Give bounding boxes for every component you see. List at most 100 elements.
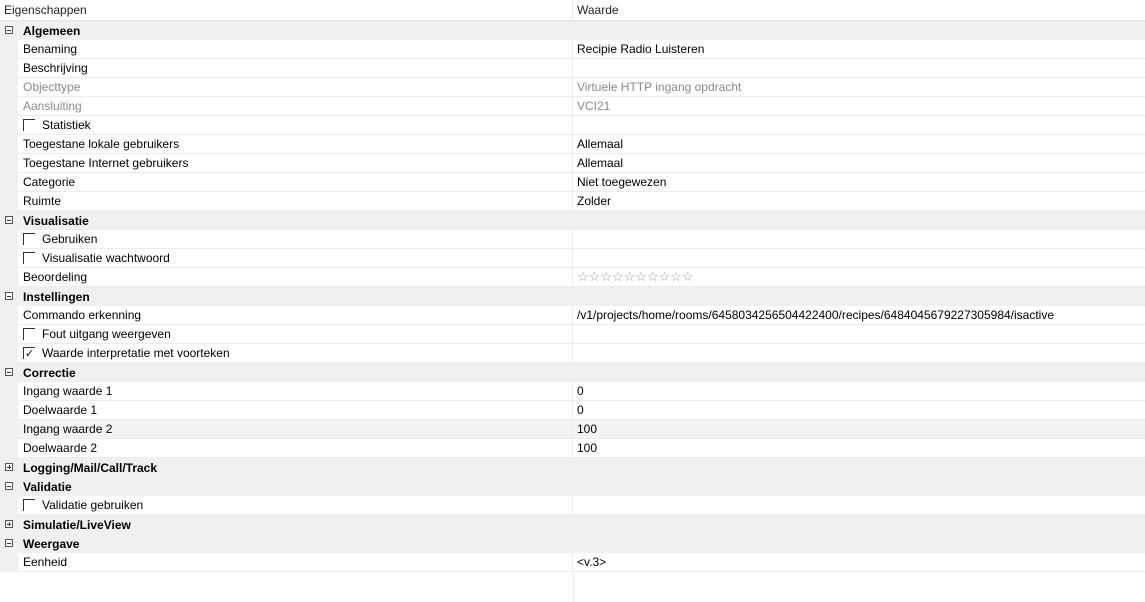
star-icon[interactable]: ☆ [659, 269, 671, 284]
property-value-cell[interactable] [573, 325, 1145, 344]
property-value-cell[interactable]: Virtuele HTTP ingang opdracht [573, 78, 1145, 97]
property-row-ingang-waarde-1[interactable]: Ingang waarde 1 0 [0, 382, 1145, 401]
category-correctie[interactable]: Correctie [0, 363, 1145, 382]
property-row-visualisatie-wachtwoord[interactable]: Visualisatie wachtwoord [0, 249, 1145, 268]
property-row-aansluiting[interactable]: Aansluiting VCI21 [0, 97, 1145, 116]
property-name-cell[interactable]: Gebruiken [18, 230, 573, 249]
property-value-cell[interactable]: VCI21 [573, 97, 1145, 116]
star-icon[interactable]: ☆ [635, 269, 647, 284]
property-name-cell[interactable]: ✓ Waarde interpretatie met voorteken [18, 344, 573, 363]
star-icon[interactable]: ☆ [577, 269, 589, 284]
property-name-cell[interactable]: Benaming [18, 40, 573, 59]
category-logging-mail-call-track[interactable]: Logging/Mail/Call/Track [0, 458, 1145, 477]
property-value-cell[interactable]: Allemaal [573, 154, 1145, 173]
property-row-statistiek[interactable]: Statistiek [0, 116, 1145, 135]
property-value-cell[interactable] [573, 249, 1145, 268]
star-icon[interactable]: ☆ [670, 269, 682, 284]
property-row-doelwaarde-1[interactable]: Doelwaarde 1 0 [0, 401, 1145, 420]
checkbox[interactable] [23, 499, 35, 511]
star-icon[interactable]: ☆ [600, 269, 612, 284]
property-value-cell[interactable]: <v.3> [573, 553, 1145, 572]
property-value[interactable]: VCI21 [577, 99, 610, 113]
property-value-cell[interactable] [573, 344, 1145, 363]
property-value-cell[interactable]: /v1/projects/home/rooms/6458034256504422… [573, 306, 1145, 325]
property-value-cell[interactable]: 100 [573, 439, 1145, 458]
property-value[interactable]: 0 [577, 403, 584, 417]
property-name-cell[interactable]: Validatie gebruiken [18, 496, 573, 515]
property-name-cell[interactable]: Visualisatie wachtwoord [18, 249, 573, 268]
property-value[interactable]: Allemaal [577, 137, 623, 151]
property-row-commando-erkenning[interactable]: Commando erkenning/v1/projects/home/room… [0, 306, 1145, 325]
property-name-cell[interactable]: Ruimte [18, 192, 573, 211]
property-row-toegestane-lokale-gebruikers[interactable]: Toegestane lokale gebruikers Allemaal [0, 135, 1145, 154]
rating-stars[interactable]: ☆☆☆☆☆☆☆☆☆☆ [577, 269, 694, 284]
property-value-cell[interactable]: 0 [573, 401, 1145, 420]
expand-icon[interactable] [5, 520, 13, 528]
property-value-cell[interactable]: Allemaal [573, 135, 1145, 154]
property-row-toegestane-internet-gebruikers[interactable]: Toegestane Internet gebruikers Allemaal [0, 154, 1145, 173]
property-row-ingang-waarde-2[interactable]: Ingang waarde 2 100 [0, 420, 1145, 439]
property-value-cell[interactable]: Recipie Radio Luisteren [573, 40, 1145, 59]
property-name-cell[interactable]: Statistiek [18, 116, 573, 135]
property-name-cell[interactable]: Doelwaarde 2 [18, 439, 573, 458]
property-name-cell[interactable]: Commando erkenning [18, 306, 573, 325]
property-value-cell[interactable]: ☆☆☆☆☆☆☆☆☆☆ [573, 268, 1145, 287]
property-row-doelwaarde-2[interactable]: Doelwaarde 2 100 [0, 439, 1145, 458]
property-name-cell[interactable]: Aansluiting [18, 97, 573, 116]
property-row-eenheid[interactable]: Eenheid <v.3> [0, 553, 1145, 572]
category-simulatie-liveview[interactable]: Simulatie/LiveView [0, 515, 1145, 534]
star-icon[interactable]: ☆ [589, 269, 601, 284]
property-name-cell[interactable]: Toegestane lokale gebruikers [18, 135, 573, 154]
property-name-cell[interactable]: Fout uitgang weergeven [18, 325, 573, 344]
collapse-icon[interactable] [5, 482, 13, 490]
checkbox[interactable] [23, 252, 35, 264]
property-value[interactable]: 100 [577, 422, 597, 436]
collapse-icon[interactable] [5, 539, 13, 547]
property-row-benaming[interactable]: Benaming Recipie Radio Luisteren [0, 40, 1145, 59]
property-row-beoordeling[interactable]: Beoordeling ☆☆☆☆☆☆☆☆☆☆ [0, 268, 1145, 287]
collapse-icon[interactable] [5, 216, 13, 224]
property-row-categorie[interactable]: Categorie Niet toegewezen [0, 173, 1145, 192]
property-row-ruimte[interactable]: Ruimte Zolder [0, 192, 1145, 211]
collapse-icon[interactable] [5, 368, 13, 376]
property-name-cell[interactable]: Ingang waarde 2 [18, 420, 573, 439]
property-row-gebruiken[interactable]: Gebruiken [0, 230, 1145, 249]
category-weergave[interactable]: Weergave [0, 534, 1145, 553]
checkbox[interactable] [23, 328, 35, 340]
property-value[interactable]: /v1/projects/home/rooms/6458034256504422… [577, 308, 1054, 322]
checkbox-checked[interactable]: ✓ [23, 347, 35, 360]
property-row-objecttype[interactable]: Objecttype Virtuele HTTP ingang opdracht [0, 78, 1145, 97]
column-header-value[interactable]: Waarde [573, 0, 619, 20]
property-value[interactable]: Recipie Radio Luisteren [577, 42, 704, 56]
property-name-cell[interactable]: Doelwaarde 1 [18, 401, 573, 420]
property-value-cell[interactable]: 100 [573, 420, 1145, 439]
checkbox[interactable] [23, 233, 35, 245]
collapse-icon[interactable] [5, 292, 13, 300]
category-algemeen[interactable]: Algemeen [0, 21, 1145, 40]
property-value[interactable]: Niet toegewezen [577, 175, 666, 189]
star-icon[interactable]: ☆ [682, 269, 694, 284]
property-value-cell[interactable]: 0 [573, 382, 1145, 401]
property-value[interactable]: Virtuele HTTP ingang opdracht [577, 80, 741, 94]
star-icon[interactable]: ☆ [647, 269, 659, 284]
property-name-cell[interactable]: Beschrijving [18, 59, 573, 78]
property-row-fout-uitgang-weergeven[interactable]: Fout uitgang weergeven [0, 325, 1145, 344]
property-value-cell[interactable] [573, 116, 1145, 135]
property-value[interactable]: <v.3> [577, 555, 606, 569]
property-value[interactable]: Allemaal [577, 156, 623, 170]
star-icon[interactable]: ☆ [624, 269, 636, 284]
checkbox[interactable] [23, 119, 35, 131]
property-row-waarde-interpretatie-met-voorteken[interactable]: ✓ Waarde interpretatie met voorteken [0, 344, 1145, 363]
property-name-cell[interactable]: Ingang waarde 1 [18, 382, 573, 401]
property-value-cell[interactable]: Niet toegewezen [573, 173, 1145, 192]
property-name-cell[interactable]: Objecttype [18, 78, 573, 97]
collapse-icon[interactable] [5, 26, 13, 34]
property-value[interactable]: 0 [577, 384, 584, 398]
expand-icon[interactable] [5, 463, 13, 471]
property-value[interactable]: Zolder [577, 194, 611, 208]
column-header-property[interactable]: Eigenschappen [0, 0, 573, 20]
property-value[interactable]: 100 [577, 441, 597, 455]
property-value-cell[interactable] [573, 230, 1145, 249]
property-name-cell[interactable]: Categorie [18, 173, 573, 192]
category-visualisatie[interactable]: Visualisatie [0, 211, 1145, 230]
